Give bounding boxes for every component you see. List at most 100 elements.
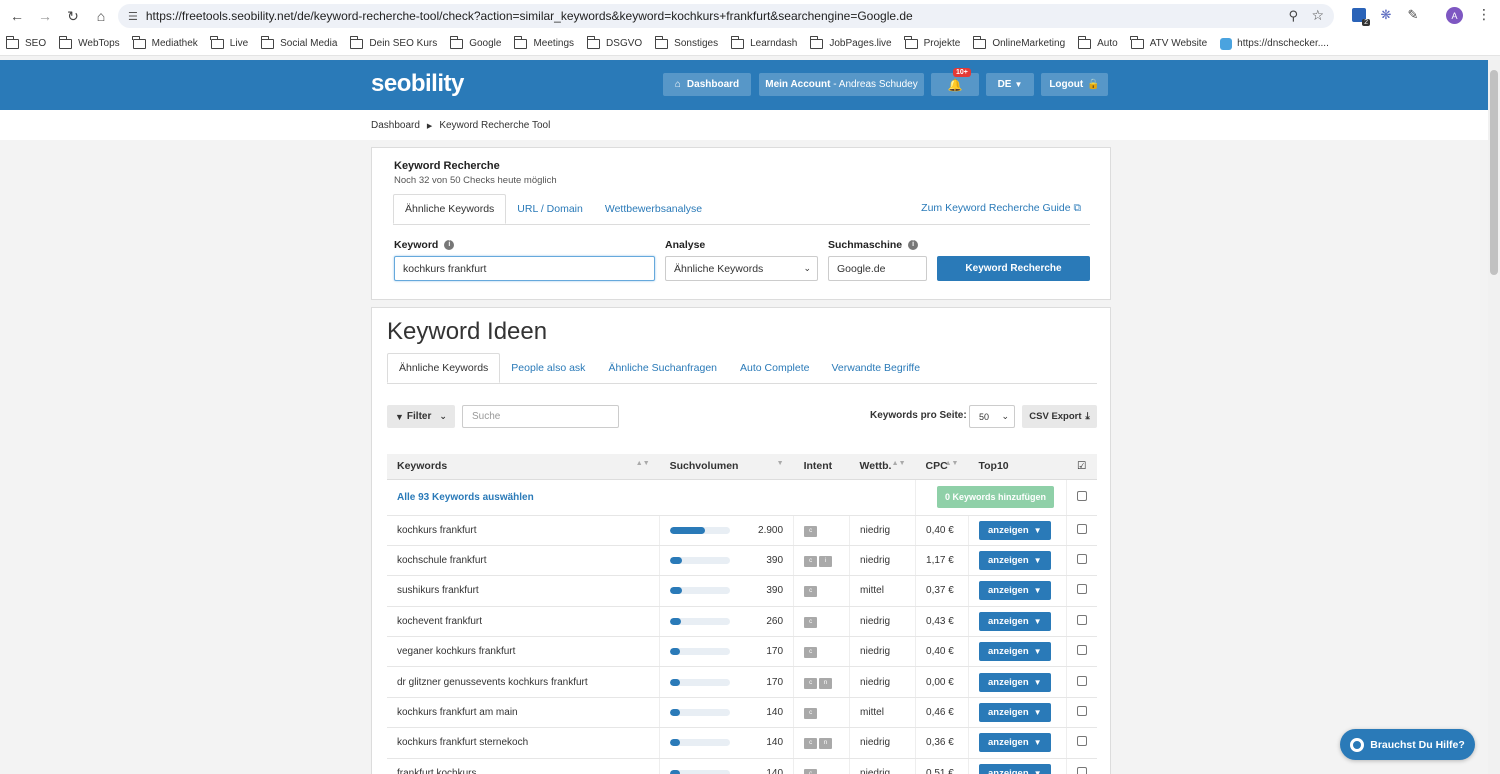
guide-link[interactable]: Zum Keyword Recherche Guide ⧉ bbox=[921, 202, 1081, 215]
scrollbar-thumb[interactable] bbox=[1490, 70, 1498, 275]
keyword-research-button[interactable]: Keyword Recherche bbox=[937, 256, 1090, 281]
show-top10-button[interactable]: anzeigen ▼ bbox=[978, 520, 1051, 540]
row-checkbox[interactable] bbox=[1076, 645, 1087, 656]
bookmark-item[interactable]: Auto bbox=[1077, 35, 1118, 49]
bookmark-item[interactable]: Dein SEO Kurs bbox=[349, 35, 437, 49]
bookmark-item[interactable]: Projekte bbox=[904, 35, 960, 49]
row-checkbox[interactable] bbox=[1076, 584, 1087, 595]
home-icon[interactable]: ⌂ bbox=[90, 5, 112, 27]
keyword-input[interactable]: kochkurs frankfurt bbox=[394, 256, 655, 281]
help-button[interactable]: Brauchst Du Hilfe? bbox=[1340, 729, 1475, 760]
ideas-title: Keyword Ideen bbox=[387, 318, 548, 345]
bookmark-item[interactable]: OnlineMarketing bbox=[972, 35, 1065, 49]
show-top10-button[interactable]: anzeigen ▼ bbox=[978, 611, 1051, 631]
bookmark-item[interactable]: ATV Website bbox=[1130, 35, 1207, 49]
bookmark-star-icon[interactable]: ☆ bbox=[1311, 7, 1324, 24]
row-checkbox[interactable] bbox=[1076, 554, 1087, 565]
intent-badge: n bbox=[819, 738, 833, 750]
keyword-label: Keyword i bbox=[394, 239, 455, 251]
reload-icon[interactable]: ↻ bbox=[62, 5, 84, 27]
keyword-search-input[interactable]: Suche bbox=[462, 405, 619, 428]
column-competition[interactable]: Wettb. ▲▼ bbox=[849, 454, 916, 480]
bookmark-item[interactable]: Meetings bbox=[513, 35, 574, 49]
gear-extension-icon[interactable]: ❋ bbox=[1377, 6, 1395, 24]
bookmark-item[interactable]: JobPages.live bbox=[809, 35, 892, 49]
tab-similar-keywords[interactable]: Ähnliche Keywords bbox=[387, 353, 501, 383]
row-checkbox[interactable] bbox=[1076, 706, 1087, 717]
csv-export-button[interactable]: CSV Export ⤓ bbox=[1022, 405, 1097, 428]
select-all-checkbox[interactable] bbox=[1076, 490, 1087, 501]
browser-menu-icon[interactable]: ⋮ bbox=[1477, 6, 1491, 23]
column-search-volume[interactable]: Suchvolumen ▼ bbox=[659, 454, 794, 480]
tab-similar-queries[interactable]: Ähnliche Suchanfragen bbox=[596, 353, 729, 383]
show-top10-button[interactable]: anzeigen ▼ bbox=[978, 763, 1051, 774]
bookmark-item[interactable]: WebTops bbox=[58, 35, 120, 49]
logout-button[interactable]: Logout 🔒 bbox=[1041, 73, 1108, 96]
page-scrollbar[interactable] bbox=[1488, 60, 1500, 774]
bookmark-item[interactable]: Sonstiges bbox=[654, 35, 718, 49]
tab-similar-keywords[interactable]: Ähnliche Keywords bbox=[393, 194, 507, 224]
volume-value: 140 bbox=[766, 737, 784, 749]
per-page-select[interactable]: 50 ⌄ bbox=[969, 405, 1015, 428]
show-top10-button[interactable]: anzeigen ▼ bbox=[978, 581, 1051, 601]
show-top10-button[interactable]: anzeigen ▼ bbox=[978, 733, 1051, 753]
show-top10-button[interactable]: anzeigen ▼ bbox=[978, 642, 1051, 662]
breadcrumb-dashboard[interactable]: Dashboard bbox=[371, 120, 420, 131]
info-icon[interactable]: i bbox=[444, 240, 455, 250]
tab-url-domain[interactable]: URL / Domain bbox=[506, 194, 594, 224]
row-checkbox[interactable] bbox=[1076, 736, 1087, 747]
tab-competitor-analysis[interactable]: Wettbewerbsanalyse bbox=[594, 194, 713, 224]
folder-icon bbox=[449, 35, 464, 49]
sort-icon[interactable]: ▲▼ bbox=[892, 460, 906, 467]
extensions-puzzle-icon[interactable]: ✎ bbox=[1404, 6, 1422, 24]
bookmark-item[interactable]: Google bbox=[449, 35, 501, 49]
row-checkbox[interactable] bbox=[1076, 766, 1087, 774]
select-all-link[interactable]: Alle 93 Keywords auswählen bbox=[397, 492, 534, 503]
show-top10-button[interactable]: anzeigen ▼ bbox=[978, 703, 1051, 723]
column-keywords[interactable]: Keywords ▲▼ bbox=[387, 454, 660, 480]
extension-icon[interactable]: 2 bbox=[1350, 6, 1370, 26]
forward-icon[interactable]: → bbox=[34, 5, 56, 27]
row-checkbox[interactable] bbox=[1076, 675, 1087, 686]
profile-avatar[interactable]: A bbox=[1446, 7, 1463, 24]
language-dropdown[interactable]: DE ▼ bbox=[986, 73, 1034, 96]
zoom-icon[interactable]: ⚲ bbox=[1288, 8, 1298, 24]
show-top10-button[interactable]: anzeigen ▼ bbox=[978, 551, 1051, 571]
account-button[interactable]: Mein Account - Andreas Schudey bbox=[759, 73, 924, 96]
info-icon[interactable]: i bbox=[908, 240, 919, 250]
bookmark-item[interactable]: Live bbox=[210, 35, 248, 49]
column-top10: Top10 bbox=[968, 454, 1067, 480]
column-cpc[interactable]: CPC ▲▼ bbox=[915, 454, 969, 480]
site-settings-icon[interactable]: ☰ bbox=[128, 10, 138, 23]
back-icon[interactable]: ← bbox=[6, 5, 28, 27]
analysis-select[interactable]: Ähnliche Keywords ⌄ bbox=[665, 256, 818, 281]
row-checkbox[interactable] bbox=[1076, 614, 1087, 625]
tab-people-also-ask[interactable]: People also ask bbox=[500, 353, 596, 383]
checkbox-checked-icon[interactable]: ☑ bbox=[1077, 460, 1086, 472]
tab-related-terms[interactable]: Verwandte Begriffe bbox=[821, 353, 932, 383]
address-bar[interactable]: ☰ https://freetools.seobility.net/de/key… bbox=[118, 4, 1334, 28]
tab-auto-complete[interactable]: Auto Complete bbox=[729, 353, 820, 383]
select-all-row: Alle 93 Keywords auswählen 0 Keywords hi… bbox=[387, 479, 1097, 516]
sort-icon[interactable]: ▲▼ bbox=[945, 460, 959, 467]
bookmark-item[interactable]: Social Media bbox=[260, 35, 337, 49]
bookmark-item[interactable]: Mediathek bbox=[132, 35, 198, 49]
filter-button[interactable]: ▼ Filter ⌄ bbox=[387, 405, 455, 428]
seobility-logo[interactable]: seobility bbox=[371, 70, 464, 98]
notifications-button[interactable]: 🔔 10+ bbox=[931, 68, 979, 96]
bookmark-item[interactable]: SEO bbox=[5, 35, 46, 49]
search-engine-field[interactable]: Google.de bbox=[828, 256, 927, 281]
bookmark-item[interactable]: https://dnschecker.... bbox=[1220, 37, 1329, 50]
row-checkbox[interactable] bbox=[1076, 523, 1087, 534]
keyword-text: kochkurs frankfurt am main bbox=[397, 707, 518, 719]
show-top10-button[interactable]: anzeigen ▼ bbox=[978, 672, 1051, 692]
sort-icon[interactable]: ▲▼ bbox=[636, 460, 650, 467]
table-header-row: Keywords ▲▼ Suchvolumen ▼ Intent Wettb. ▲▼ … bbox=[387, 454, 1097, 480]
add-keywords-button[interactable]: 0 Keywords hinzufügen bbox=[936, 486, 1054, 508]
bookmark-item[interactable]: DSGVO bbox=[586, 35, 642, 49]
competition-value: mittel bbox=[860, 585, 884, 597]
volume-value: 260 bbox=[766, 615, 784, 627]
sort-desc-icon[interactable]: ▼ bbox=[777, 460, 784, 467]
dashboard-button[interactable]: ⌂ Dashboard bbox=[663, 73, 751, 96]
bookmark-item[interactable]: Learndash bbox=[730, 35, 797, 49]
